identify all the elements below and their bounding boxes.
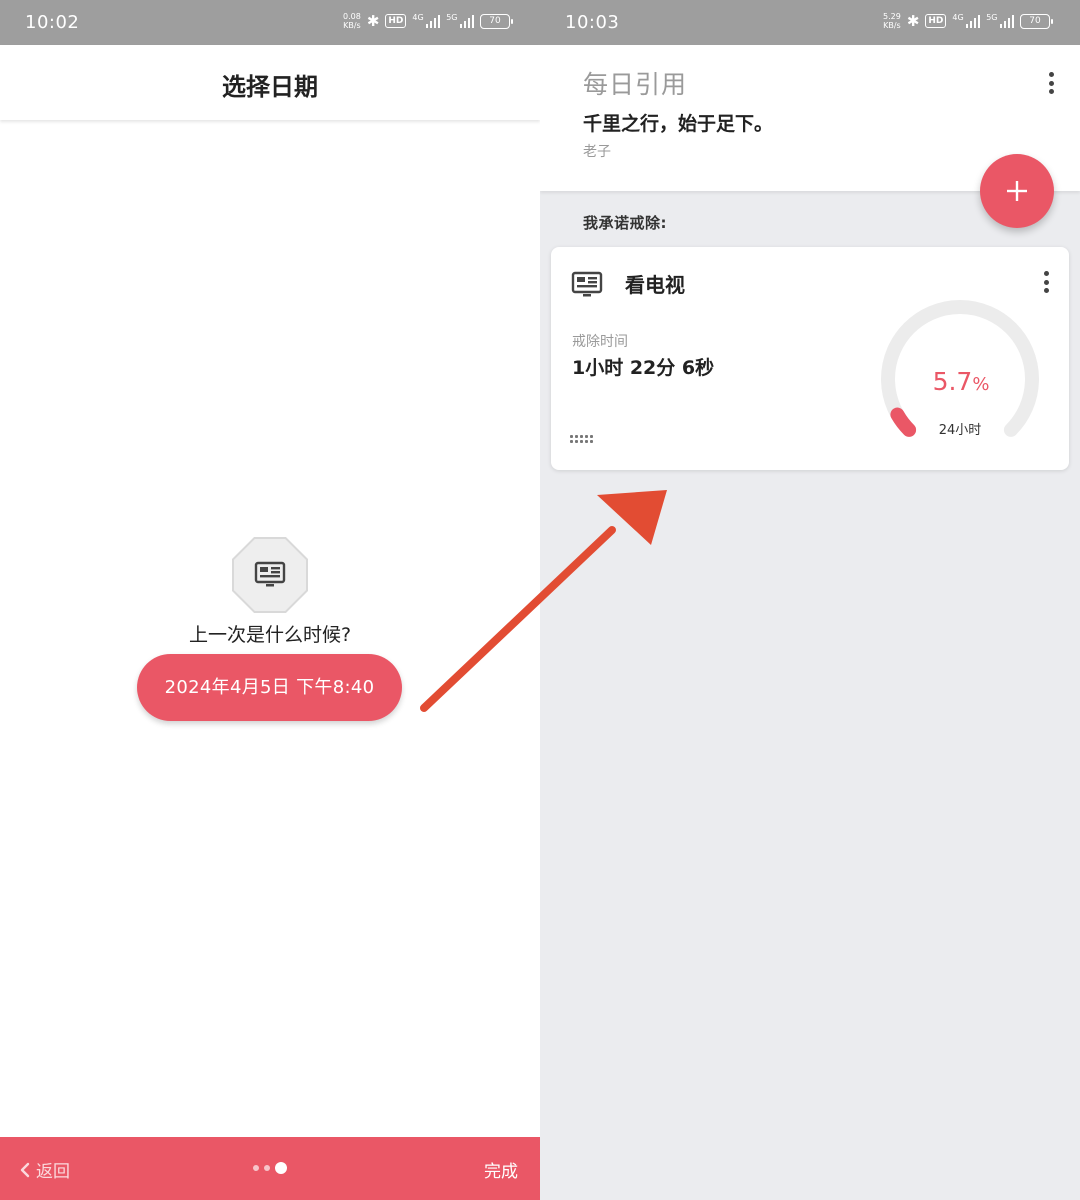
signal-4g-label: 4G	[412, 13, 424, 22]
elapsed-time-value: 1小时 22分 6秒	[572, 357, 715, 379]
signal-5g-label: 5G	[446, 13, 458, 22]
status-time: 10:02	[25, 12, 80, 33]
status-bar: 10:03 5.29 KB/s ✱ HD 4G 5G 70	[540, 0, 1080, 45]
bluetooth-icon: ✱	[366, 12, 380, 30]
signal-5g-label: 5G	[986, 13, 998, 22]
done-button[interactable]: 完成	[484, 1157, 518, 1182]
progress-percent: 5.7%	[873, 367, 1049, 396]
back-button[interactable]: 返回	[18, 1157, 70, 1182]
signal-5g-icon: 5G	[446, 14, 474, 28]
page-indicator	[253, 1162, 287, 1174]
add-habit-button[interactable]	[980, 154, 1054, 228]
habit-icon-badge	[232, 537, 308, 613]
network-speed-unit: KB/s	[883, 21, 901, 30]
elapsed-time-label: 戒除时间	[572, 334, 628, 350]
page-dot	[264, 1165, 270, 1171]
plus-icon	[1007, 181, 1027, 201]
date-picker-screen: 10:02 0.08 KB/s ✱ HD 4G 5G 70 选择日期 上一次是什…	[0, 0, 540, 1200]
page-dot	[253, 1165, 259, 1171]
habit-list-screen: 10:03 5.29 KB/s ✱ HD 4G 5G 70 每日引用 千里之行，…	[540, 0, 1080, 1200]
status-bar: 10:02 0.08 KB/s ✱ HD 4G 5G 70	[0, 0, 540, 45]
progress-unit: %	[972, 374, 990, 395]
battery-icon: 70	[1020, 13, 1053, 29]
battery-icon: 70	[480, 13, 513, 29]
signal-4g-icon: 4G	[952, 13, 981, 28]
date-time-button[interactable]: 2024年4月5日 下午8:40	[137, 654, 402, 721]
habit-more-options-icon[interactable]	[1039, 269, 1053, 295]
quote-author: 老子	[583, 144, 611, 160]
signal-5g-icon: 5G	[986, 14, 1014, 28]
signal-4g-icon: 4G	[412, 13, 441, 28]
network-speed: 0.08 KB/s	[343, 12, 361, 30]
app-bar: 选择日期	[0, 45, 540, 120]
page-dot-active	[275, 1162, 287, 1174]
network-speed-value: 0.08	[343, 12, 361, 21]
network-speed-value: 5.29	[883, 12, 901, 21]
signal-4g-label: 4G	[952, 13, 964, 22]
tv-icon	[254, 561, 286, 587]
progress-goal: 24小时	[938, 423, 982, 438]
wizard-footer: 返回 完成	[0, 1137, 540, 1200]
more-options-icon[interactable]	[1044, 70, 1058, 96]
habit-card[interactable]: 看电视 戒除时间 1小时 22分 6秒 5.7% 24小时	[551, 247, 1069, 470]
hd-icon: HD	[925, 14, 947, 28]
bluetooth-icon: ✱	[906, 12, 920, 30]
status-icons: 0.08 KB/s ✱ HD 4G 5G 70	[343, 12, 513, 30]
back-label: 返回	[36, 1162, 70, 1182]
section-label: 我承诺戒除:	[583, 214, 667, 232]
page-title: 选择日期	[222, 73, 318, 101]
progress-value: 5.7	[932, 367, 973, 396]
hd-icon: HD	[385, 14, 407, 28]
status-time: 10:03	[565, 12, 620, 33]
network-speed: 5.29 KB/s	[883, 12, 901, 30]
question-text: 上一次是什么时候?	[188, 624, 352, 646]
quote-title: 每日引用	[583, 70, 688, 99]
chevron-left-icon	[20, 1162, 30, 1177]
network-speed-unit: KB/s	[343, 21, 361, 30]
quote-text: 千里之行，始于足下。	[583, 113, 774, 135]
tv-icon	[571, 271, 603, 297]
habit-title: 看电视	[625, 273, 685, 297]
status-icons: 5.29 KB/s ✱ HD 4G 5G 70	[883, 12, 1053, 30]
drag-handle-icon[interactable]	[570, 435, 593, 443]
